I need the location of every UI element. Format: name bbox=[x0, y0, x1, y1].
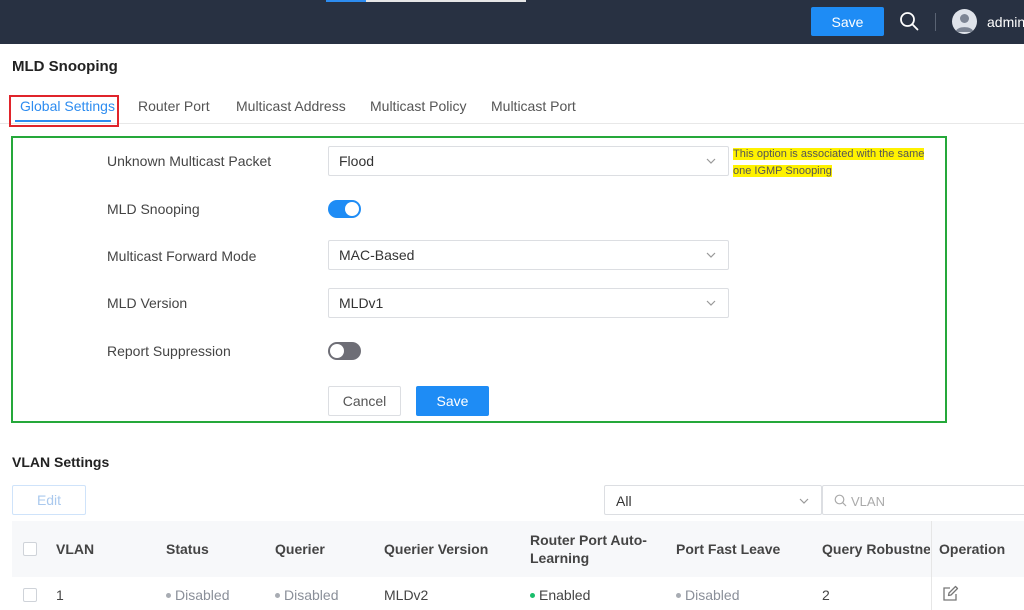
user-avatar-icon[interactable] bbox=[952, 9, 977, 34]
mld-snooping-toggle[interactable] bbox=[328, 200, 361, 218]
column-header-querier[interactable]: Querier bbox=[275, 541, 325, 557]
cell-querier: Disabled bbox=[275, 587, 338, 603]
cell-router-port-auto-learning-text: Enabled bbox=[539, 587, 591, 603]
toggle-knob bbox=[345, 202, 359, 216]
column-header-status[interactable]: Status bbox=[166, 541, 209, 557]
cell-port-fast-leave-text: Disabled bbox=[685, 587, 740, 603]
search-icon[interactable] bbox=[899, 11, 919, 31]
status-dot bbox=[166, 592, 171, 598]
column-header-router-port-auto-learning[interactable]: Router Port Auto- bbox=[530, 532, 647, 548]
edit-icon[interactable] bbox=[941, 585, 959, 603]
mld-version-label: MLD Version bbox=[107, 295, 188, 311]
mld-snooping-label: MLD Snooping bbox=[107, 201, 200, 217]
tab-multicast-policy[interactable]: Multicast Policy bbox=[370, 98, 466, 114]
cell-querier-version: MLDv2 bbox=[384, 587, 429, 603]
unknown-multicast-packet-label: Unknown Multicast Packet bbox=[107, 153, 272, 169]
mld-version-select[interactable]: MLDv1 bbox=[328, 288, 729, 318]
chevron-down-icon bbox=[799, 498, 809, 504]
mld-version-value: MLDv1 bbox=[339, 295, 384, 311]
multicast-forward-mode-select[interactable]: MAC-Based bbox=[328, 240, 729, 270]
user-name[interactable]: admin bbox=[987, 14, 1024, 30]
toggle-knob bbox=[330, 344, 344, 358]
loading-progress-bar bbox=[326, 0, 526, 2]
cell-port-fast-leave: Disabled bbox=[676, 587, 739, 603]
tab-bar: Global Settings Router Port Multicast Ad… bbox=[0, 92, 1024, 124]
column-header-router-port-auto-learning-line2[interactable]: Learning bbox=[530, 550, 589, 566]
report-suppression-label: Report Suppression bbox=[107, 343, 231, 359]
multicast-forward-mode-label: Multicast Forward Mode bbox=[107, 248, 257, 264]
column-header-query-robustness[interactable]: Query Robustnes bbox=[822, 541, 930, 557]
header-save-button[interactable]: Save bbox=[811, 7, 884, 36]
cell-querier-text: Disabled bbox=[284, 587, 339, 603]
column-header-operation: Operation bbox=[939, 541, 1006, 557]
save-button[interactable]: Save bbox=[416, 386, 489, 416]
column-header-port-fast-leave[interactable]: Port Fast Leave bbox=[676, 541, 780, 557]
loading-progress-fill bbox=[326, 0, 366, 2]
column-header-querier-version[interactable]: Querier Version bbox=[384, 541, 488, 557]
note-line-1: This option is associated with the same bbox=[733, 148, 925, 160]
cell-vlan: 1 bbox=[56, 587, 64, 603]
select-all-checkbox[interactable] bbox=[23, 542, 37, 556]
row-checkbox[interactable] bbox=[23, 588, 37, 602]
chevron-down-icon bbox=[706, 300, 716, 306]
operation-column-divider bbox=[931, 521, 932, 610]
association-note: This option is associated with the same … bbox=[733, 146, 938, 180]
vlan-filter-select[interactable]: All bbox=[604, 485, 822, 515]
tab-multicast-port[interactable]: Multicast Port bbox=[491, 98, 576, 114]
tab-router-port[interactable]: Router Port bbox=[138, 98, 210, 114]
unknown-multicast-packet-value: Flood bbox=[339, 153, 375, 169]
chevron-down-icon bbox=[706, 158, 716, 164]
note-line-2: one IGMP Snooping bbox=[733, 165, 832, 177]
status-dot bbox=[676, 592, 681, 598]
vlan-search-input[interactable] bbox=[851, 491, 1021, 511]
cell-status: Disabled bbox=[166, 587, 229, 603]
cell-router-port-auto-learning: Enabled bbox=[530, 587, 590, 603]
cell-query-robustness: 2 bbox=[822, 587, 830, 603]
vlan-filter-value: All bbox=[616, 493, 632, 509]
header-divider bbox=[935, 13, 936, 31]
highlight-box-tab bbox=[9, 95, 119, 127]
multicast-forward-mode-value: MAC-Based bbox=[339, 247, 415, 263]
status-dot bbox=[530, 592, 535, 598]
unknown-multicast-packet-select[interactable]: Flood bbox=[328, 146, 729, 176]
page-title: MLD Snooping bbox=[12, 58, 118, 75]
status-dot bbox=[275, 592, 280, 598]
cell-status-text: Disabled bbox=[175, 587, 230, 603]
cancel-button[interactable]: Cancel bbox=[328, 386, 401, 416]
report-suppression-toggle[interactable] bbox=[328, 342, 361, 360]
vlan-search-box[interactable] bbox=[822, 485, 1024, 515]
tab-multicast-address[interactable]: Multicast Address bbox=[236, 98, 346, 114]
edit-button[interactable]: Edit bbox=[12, 485, 86, 515]
chevron-down-icon bbox=[706, 252, 716, 258]
top-bar: Save admin bbox=[0, 0, 1024, 44]
column-header-vlan[interactable]: VLAN bbox=[56, 541, 94, 557]
search-icon bbox=[834, 494, 847, 507]
vlan-settings-title: VLAN Settings bbox=[12, 454, 110, 470]
